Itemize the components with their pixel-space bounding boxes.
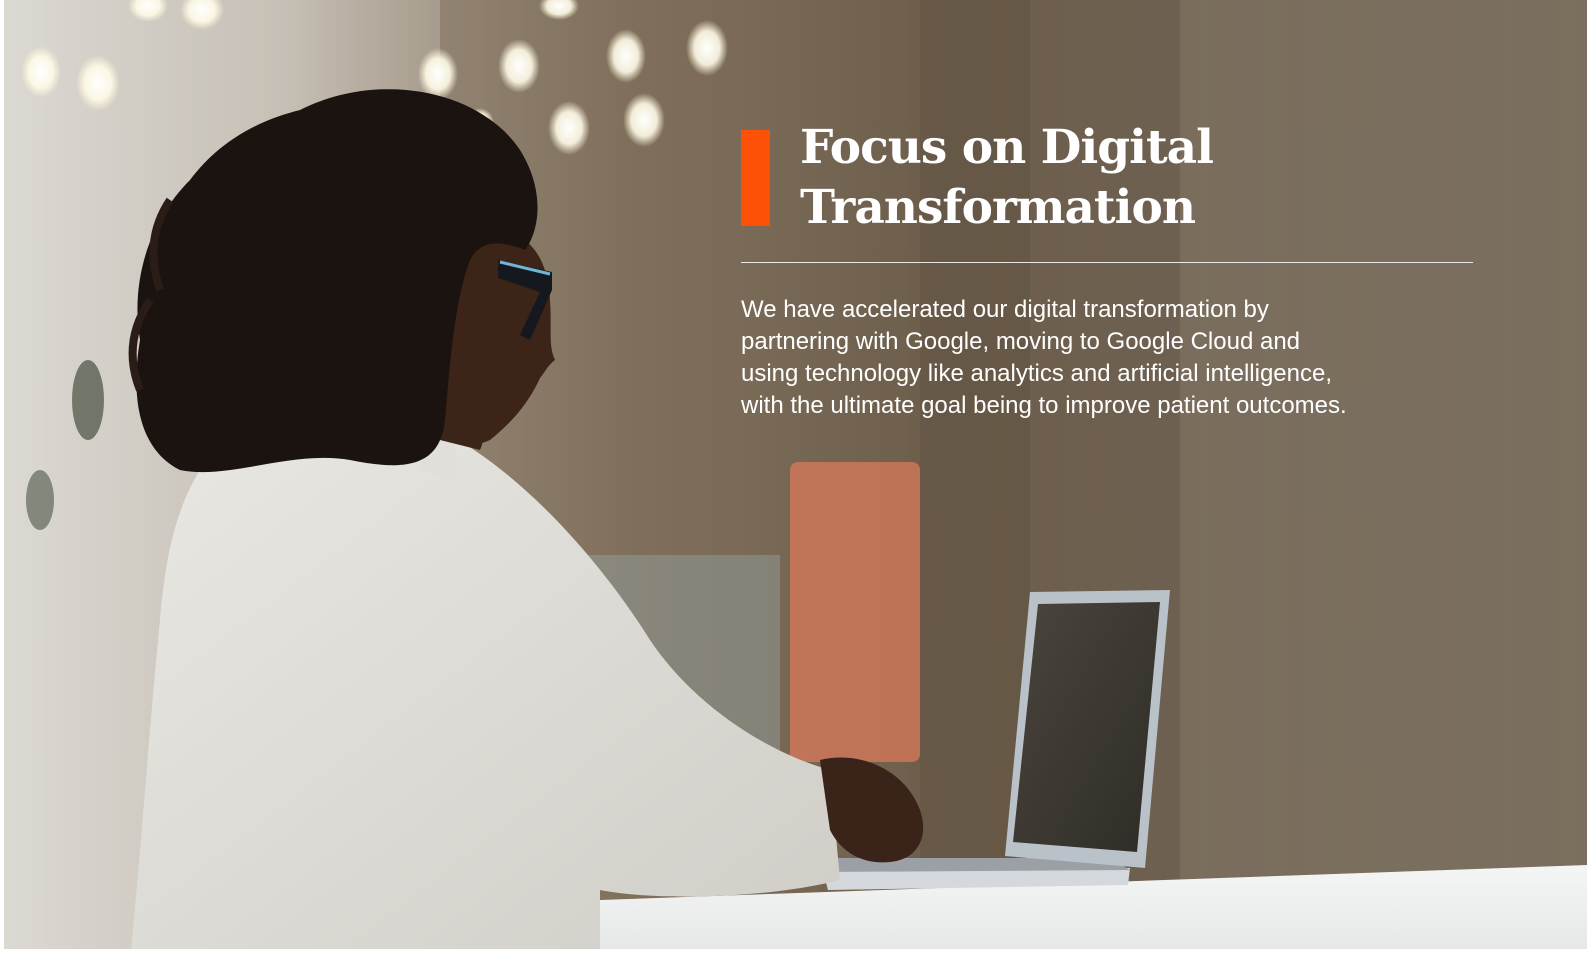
accent-bar: [741, 130, 770, 226]
section-body-text: We have accelerated our digital transfor…: [741, 296, 1347, 419]
document-page: Focus on Digital Transformation We have …: [0, 0, 1587, 961]
headline-line-2: Transformation: [800, 180, 1196, 235]
page-bottom-margin: [0, 949, 1587, 961]
page-left-margin: [0, 0, 4, 961]
headline-line-1: Focus on Digital: [800, 120, 1214, 175]
section-headline: Focus on Digital Transformation: [800, 118, 1360, 238]
headline-divider: [741, 262, 1473, 263]
